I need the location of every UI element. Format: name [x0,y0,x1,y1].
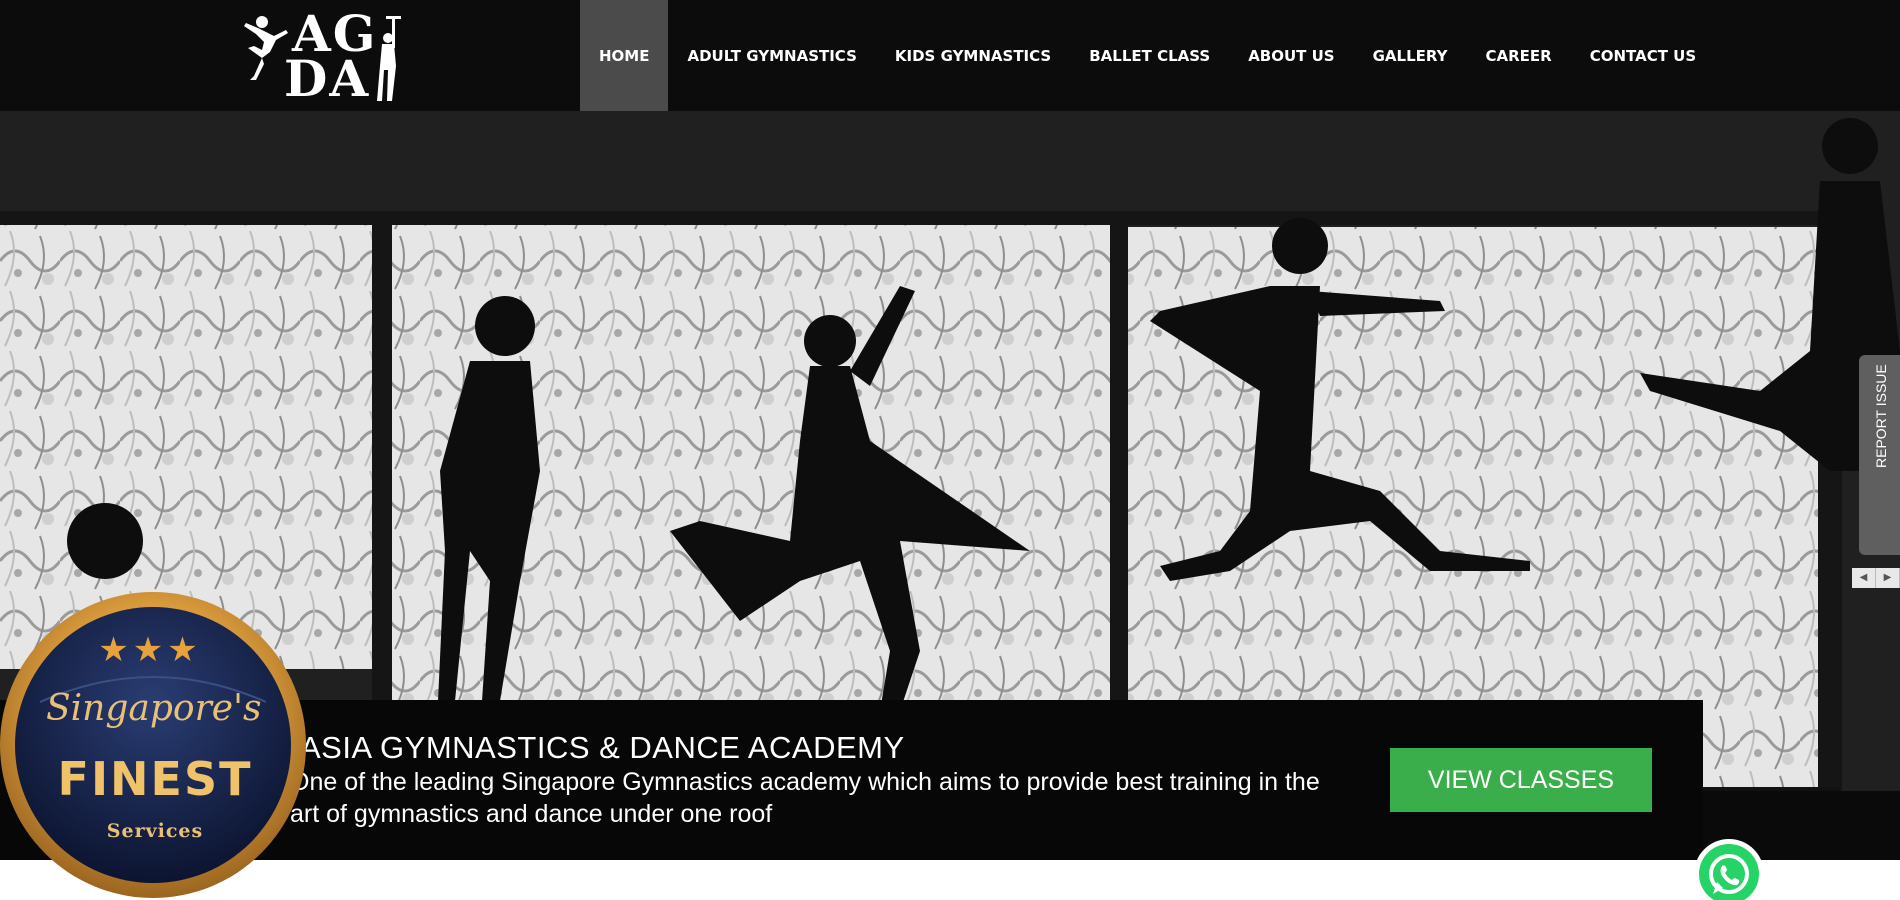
star-icon: ★★★ [98,630,202,670]
view-classes-button[interactable]: VIEW CLASSES [1390,748,1652,812]
chevron-left-icon[interactable]: ◀ [1852,568,1876,588]
nav-gallery[interactable]: GALLERY [1354,0,1467,111]
nav-career[interactable]: CAREER [1467,0,1571,111]
site-logo[interactable]: AG DA [240,6,410,106]
hero-title: ASIA GYMNASTICS & DANCE ACADEMY [300,730,905,765]
report-issue-label: REPORT ISSUE [1873,364,1889,468]
badge-line1: Singapore's [46,688,262,729]
nav-adult-gymnastics[interactable]: ADULT GYMNASTICS [668,0,875,111]
badge-line2: FINEST [57,752,253,806]
nav-ballet-class[interactable]: BALLET CLASS [1070,0,1229,111]
nav-kids-gymnastics[interactable]: KIDS GYMNASTICS [876,0,1070,111]
nav-home[interactable]: HOME [580,0,669,111]
main-nav: HOME ADULT GYMNASTICS KIDS GYMNASTICS BA… [580,0,1715,111]
badge-line3: Services [106,820,204,842]
report-scroll-controls: ◀ ▶ [1852,568,1900,588]
logo-text-bottom: DA [284,49,371,108]
nav-contact-us[interactable]: CONTACT US [1571,0,1715,111]
site-header: AG DA HOME ADULT GYMNASTICS KIDS GYMNAST… [0,0,1900,111]
chevron-right-icon[interactable]: ▶ [1876,568,1900,588]
hero-description: One of the leading Singapore Gymnastics … [290,768,1320,828]
nav-about-us[interactable]: ABOUT US [1229,0,1353,111]
whatsapp-icon[interactable] [1693,838,1765,900]
